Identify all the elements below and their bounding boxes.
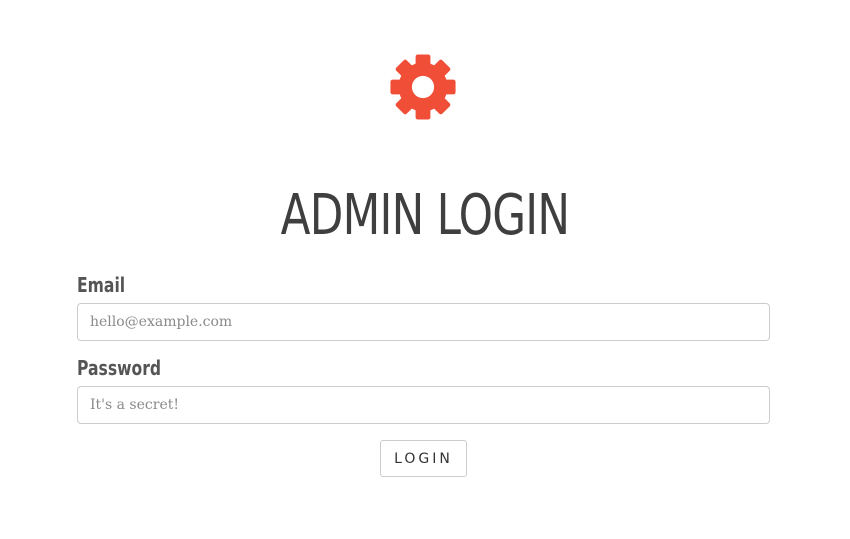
login-button[interactable]: LOGIN: [380, 440, 467, 477]
form-actions: LOGIN: [77, 440, 770, 477]
password-label: Password: [77, 356, 162, 380]
login-form: Email Password LOGIN: [77, 270, 770, 477]
page-title: ADMIN LOGIN: [280, 183, 570, 248]
password-field[interactable]: [77, 386, 770, 424]
password-group: Password: [77, 353, 770, 424]
gear-icon: [386, 50, 460, 124]
email-label: Email: [77, 273, 126, 297]
email-field[interactable]: [77, 303, 770, 341]
email-group: Email: [77, 270, 770, 341]
login-page: ADMIN LOGIN Email Password LOGIN: [0, 0, 850, 539]
